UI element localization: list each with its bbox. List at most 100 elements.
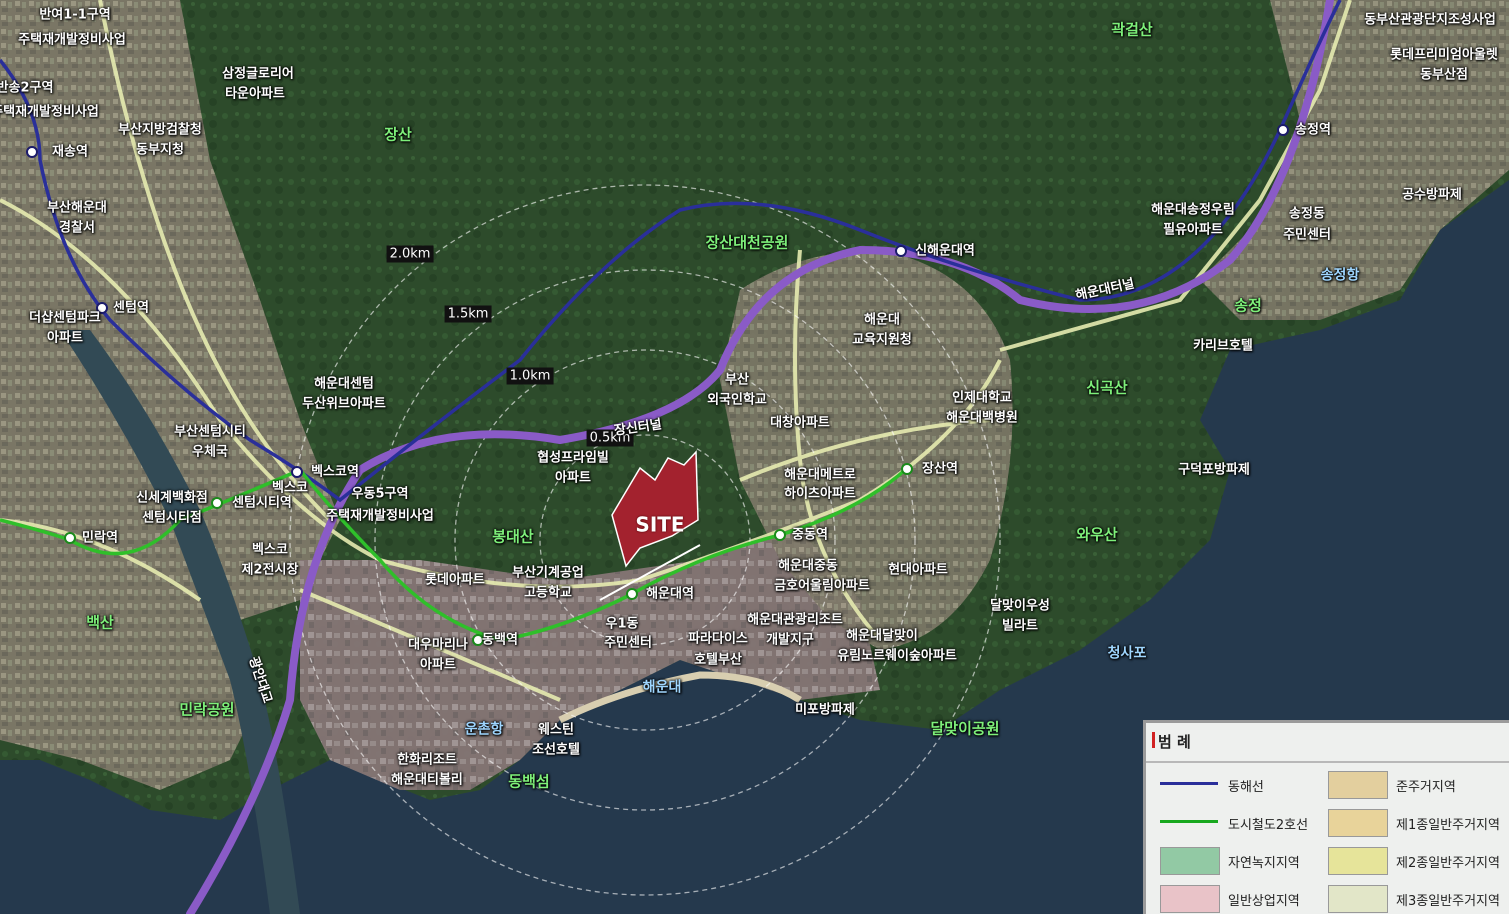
place-label: 주택재개발정비사업 (0, 104, 99, 120)
place-label: 주민센터 (604, 635, 652, 651)
place-label: 송정동 (1289, 206, 1325, 222)
legend-item-label: 일반상업지역 (1228, 894, 1300, 909)
place-label: 주택재개발정비사업 (18, 32, 126, 48)
place-label: 유림노르웨이숲아파트 (837, 648, 957, 664)
port-label-unchon: 운촌항 (464, 721, 504, 738)
legend-item-label: 도시철도2호선 (1228, 818, 1309, 833)
place-label: 부산 (725, 372, 749, 388)
station-label-jungdong: 중동역 (792, 527, 828, 543)
place-label: 더샵센텀파크 (29, 310, 101, 326)
place-label: 미포방파제 (795, 702, 855, 718)
legend-fill-swatch (1328, 885, 1388, 913)
place-label: 해운대송정우림 (1151, 202, 1235, 218)
place-label: 해운대 (864, 312, 900, 328)
place-label: 벡스코 (272, 480, 308, 496)
place-label: 공수방파제 (1402, 187, 1462, 203)
place-label: 웨스틴 (538, 722, 574, 738)
station-label-dongbaek: 동백역 (482, 632, 518, 648)
place-label: 동부산관광단지조성사업 (1364, 12, 1496, 28)
place-label: 우체국 (192, 444, 228, 460)
legend-item-label: 제2종일반주거지역 (1396, 856, 1500, 871)
place-label: 조선호텔 (532, 742, 580, 758)
place-label: 부산해운대 (47, 200, 107, 216)
map-legend: 범 례 동해선 준주거지역 도시철도2호선 제1종일반주거지역 자연녹지지역 제2종일반주… (1143, 720, 1509, 914)
place-label: 부산기계공업 (512, 565, 584, 581)
place-label: 해운대관광리조트 (747, 612, 843, 628)
legend-fill-swatch (1160, 885, 1220, 913)
place-label: 타운아파트 (225, 86, 285, 102)
place-label: 구덕포방파제 (1178, 462, 1250, 478)
port-label-songjeong: 송정항 (1320, 267, 1360, 284)
place-label: 교육지원청 (852, 332, 912, 348)
place-label: 두산위브아파트 (302, 396, 386, 412)
place-label: 인제대학교 (952, 390, 1012, 406)
ring-label-2-0km: 2.0km (386, 245, 434, 263)
park-label-minrak: 민락공원 (179, 700, 235, 719)
place-label: 빌라트 (1002, 618, 1038, 634)
place-label: 반송2구역 (0, 80, 54, 96)
legend-item-label: 제3종일반주거지역 (1396, 894, 1500, 909)
mountain-label-singoksan: 신곡산 (1086, 378, 1128, 397)
place-label: 동부산점 (1420, 67, 1468, 83)
legend-divider (1146, 761, 1509, 763)
place-label: 아파트 (555, 470, 591, 486)
place-label: 아파트 (420, 657, 456, 673)
station-label-jaesong: 재송역 (52, 144, 88, 160)
mountain-label-gwakgeolsan: 곽걸산 (1111, 20, 1153, 39)
legend-title: 범 례 (1152, 732, 1191, 751)
place-label: 하이츠아파트 (784, 486, 856, 502)
station-label-songjeong: 송정역 (1295, 122, 1331, 138)
place-label: 한화리조트 (397, 752, 457, 768)
station-label-bexco: 벡스코역 (311, 464, 359, 480)
place-label: 현대아파트 (888, 562, 948, 578)
station-label-centum: 센텀역 (113, 300, 149, 316)
legend-item-label: 제1종일반주거지역 (1396, 818, 1500, 833)
mountain-label-baeksan: 백산 (86, 613, 114, 632)
place-label: 부산지방검찰청 (118, 122, 202, 138)
place-label: 벡스코 (252, 542, 288, 558)
station-label-minrak: 민락역 (82, 530, 118, 546)
park-label-dalmaji: 달맞이공원 (930, 719, 1000, 738)
station-label-sinhaeundae: 신해운대역 (915, 243, 975, 259)
station-label-jangsan: 장산역 (922, 461, 958, 477)
legend-fill-swatch (1328, 771, 1388, 799)
place-label: 외국인학교 (707, 392, 767, 408)
place-label: 주택재개발정비사업 (326, 508, 434, 524)
place-label: 필유아파트 (1163, 222, 1223, 238)
place-label: 해운대메트로 (784, 467, 856, 483)
place-label: 파라다이스 (688, 631, 748, 647)
place-label: 해운대달맞이 (846, 628, 918, 644)
place-label: 부산센텀시티 (174, 424, 246, 440)
place-label: 롯데프리미엄아울렛 (1390, 47, 1498, 63)
park-label-jangsan-daecheon: 장산대천공원 (705, 233, 789, 252)
station-label-haeundae: 해운대역 (646, 586, 694, 602)
place-label: 카리브호텔 (1193, 338, 1253, 354)
place-label: 달맞이우성 (990, 598, 1050, 614)
place-label: 해운대티볼리 (391, 772, 463, 788)
legend-item-label: 준주거지역 (1396, 780, 1456, 795)
place-label: 경찰서 (59, 220, 95, 236)
legend-item-label: 자연녹지지역 (1228, 856, 1300, 871)
site-location-map[interactable]: SITE 0.5km 1.0km 1.5km 2.0km 장산 곽걸산 봉대산 … (0, 0, 1509, 914)
legend-line-swatch (1160, 820, 1218, 823)
place-label: 아파트 (47, 330, 83, 346)
place-label: 우1동 (605, 616, 639, 632)
place-label: 고등학교 (524, 585, 572, 601)
place-label: 반여1-1구역 (39, 7, 111, 23)
place-label: 해운대백병원 (946, 410, 1018, 426)
place-label: 송정 (1234, 296, 1262, 315)
place-label: 신세계백화점 (136, 490, 208, 506)
port-label-cheongsapo: 청사포 (1107, 645, 1147, 662)
ring-label-1-5km: 1.5km (444, 305, 492, 323)
legend-fill-swatch (1328, 809, 1388, 837)
legend-fill-swatch (1160, 847, 1220, 875)
place-label: 협성프라임빌 (537, 450, 609, 466)
mountain-label-bongdaesan: 봉대산 (492, 527, 534, 546)
park-label-dongbaekseom: 동백섬 (508, 772, 550, 791)
mountain-label-wausan: 와우산 (1076, 525, 1118, 544)
station-label-centum-city: 센텀시티역 (232, 495, 292, 511)
place-label: 개발지구 (766, 632, 814, 648)
place-label: 호텔부산 (694, 652, 742, 668)
place-label: 해운대센텀 (314, 376, 374, 392)
place-label: 해운대중동 (778, 558, 838, 574)
